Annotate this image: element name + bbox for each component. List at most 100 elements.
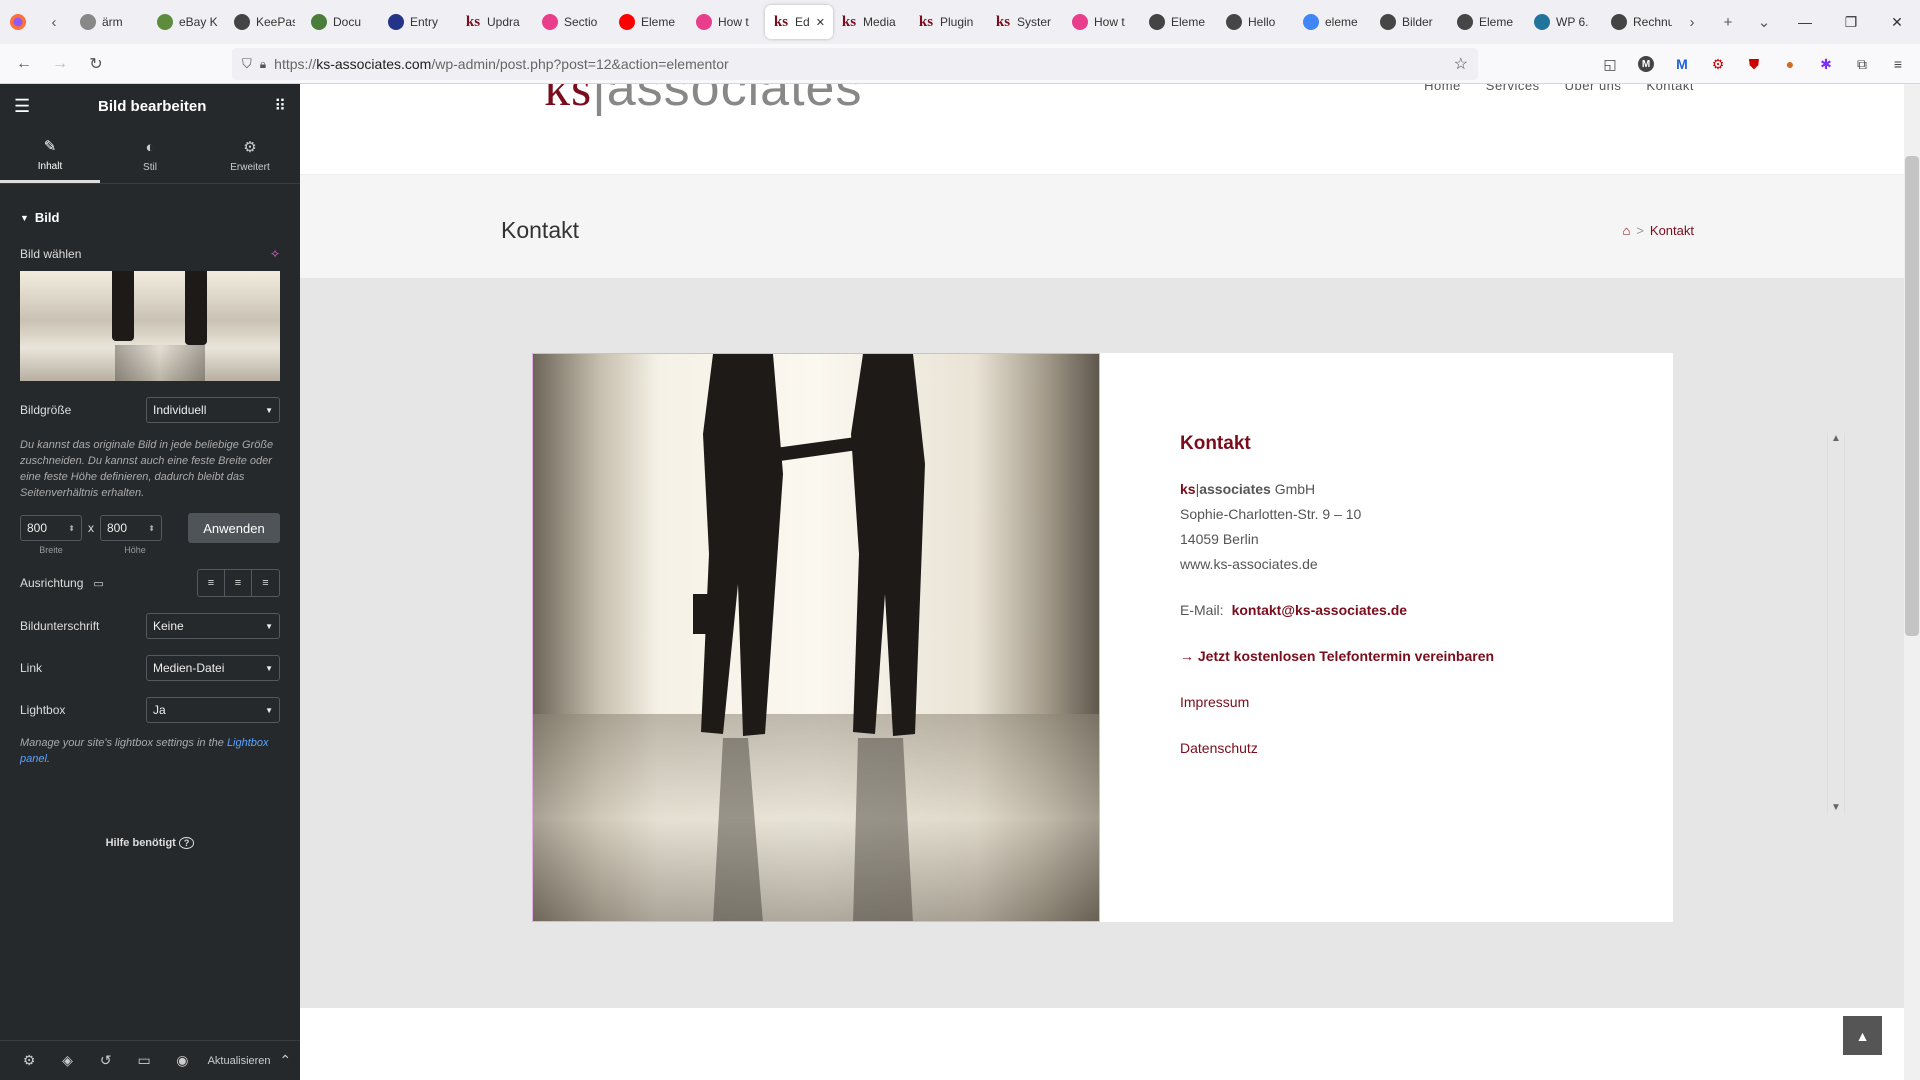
extension-purple-icon[interactable]: ✱ bbox=[1810, 48, 1842, 80]
responsive-icon[interactable]: ▭ bbox=[125, 1052, 163, 1069]
browser-tab[interactable]: ärm bbox=[72, 5, 149, 39]
browser-tab[interactable]: eBay K bbox=[149, 5, 226, 39]
menu-item-services[interactable]: Services bbox=[1486, 84, 1540, 93]
impressum-link[interactable]: Impressum bbox=[1180, 694, 1610, 710]
browser-tab[interactable]: ks Updra bbox=[457, 5, 534, 39]
widgets-grid-icon[interactable]: ⠿ bbox=[274, 96, 286, 116]
browser-tab[interactable]: ks Plugin bbox=[910, 5, 987, 39]
history-icon[interactable]: ↺ bbox=[87, 1052, 125, 1069]
stepper-icon[interactable]: ⬍ bbox=[68, 524, 75, 533]
bookmark-star-icon[interactable]: ☆ bbox=[1454, 54, 1468, 74]
account-icon[interactable]: M bbox=[1630, 48, 1662, 80]
browser-tab[interactable]: Rechnung bbox=[1603, 5, 1674, 39]
extensions-icon[interactable]: ⧉ bbox=[1846, 48, 1878, 80]
pocket-icon[interactable]: ◱ bbox=[1594, 48, 1626, 80]
elementor-icon bbox=[1072, 14, 1088, 30]
ublock-icon[interactable]: ⛊ bbox=[1738, 48, 1770, 80]
browser-tab[interactable]: ks Syster bbox=[987, 5, 1064, 39]
browser-tab[interactable]: eleme bbox=[1295, 5, 1372, 39]
width-input[interactable]: 800 ⬍ bbox=[20, 515, 82, 541]
browser-tab[interactable]: How t bbox=[688, 5, 765, 39]
content-band: Kontakt ks|associates GmbH Sophie-Charlo… bbox=[300, 278, 1904, 1008]
shield-icon[interactable]: ⛉ bbox=[242, 56, 252, 72]
height-input[interactable]: 800 ⬍ bbox=[100, 515, 162, 541]
new-tab-icon[interactable]: + bbox=[1710, 0, 1746, 44]
dropdown-caret-icon: ▼ bbox=[265, 405, 273, 415]
settings-icon[interactable]: ⚙ bbox=[10, 1052, 48, 1069]
close-tab-icon[interactable]: ✕ bbox=[816, 16, 825, 29]
ai-sparkle-icon[interactable]: ✧ bbox=[270, 247, 280, 261]
menu-item-home[interactable]: Home bbox=[1424, 84, 1461, 93]
menu-icon[interactable]: ≡ bbox=[1882, 48, 1914, 80]
link-select[interactable]: Medien-Datei ▼ bbox=[146, 655, 280, 681]
forward-icon[interactable]: → bbox=[42, 46, 78, 82]
image-preview[interactable] bbox=[20, 271, 280, 381]
align-center-icon[interactable]: ≡ bbox=[225, 570, 252, 596]
scroll-down-icon[interactable]: ▼ bbox=[1831, 802, 1841, 813]
browser-tab[interactable]: Eleme bbox=[611, 5, 688, 39]
phone-appointment-link[interactable]: → Jetzt kostenlosen Telefontermin verein… bbox=[1180, 648, 1610, 664]
need-help-link[interactable]: Hilfe benötigt ? bbox=[20, 837, 280, 849]
datenschutz-link[interactable]: Datenschutz bbox=[1180, 740, 1610, 756]
browser-tab[interactable]: Docu bbox=[303, 5, 380, 39]
lastpass-icon[interactable]: ⚙ bbox=[1702, 48, 1734, 80]
home-icon[interactable]: ⌂ bbox=[1622, 223, 1630, 238]
browser-tab[interactable]: WP 6. bbox=[1526, 5, 1603, 39]
url-text[interactable]: https://ks-associates.com/wp-admin/post.… bbox=[274, 56, 729, 72]
lock-icon[interactable]: 🔒︎ bbox=[260, 57, 266, 72]
tab-content[interactable]: ✎ Inhalt bbox=[0, 128, 100, 183]
update-button[interactable]: Aktualisieren bbox=[208, 1055, 271, 1067]
minimize-icon[interactable]: — bbox=[1782, 0, 1828, 44]
contact-image[interactable] bbox=[532, 353, 1100, 922]
browser-tab[interactable]: Sectio bbox=[534, 5, 611, 39]
browser-tab[interactable]: Entry bbox=[380, 5, 457, 39]
menu-item-about[interactable]: Über uns bbox=[1565, 84, 1622, 93]
dimension-separator: x bbox=[88, 521, 94, 535]
align-left-icon[interactable]: ≡ bbox=[198, 570, 225, 596]
lightbox-select[interactable]: Ja ▼ bbox=[146, 697, 280, 723]
restore-icon[interactable]: ❐ bbox=[1828, 0, 1874, 44]
preview-eye-icon[interactable]: ◉ bbox=[163, 1052, 201, 1069]
browser-tab[interactable]: ks Edi ✕ bbox=[765, 5, 833, 39]
browser-tab[interactable]: KeePassXC bbox=[226, 5, 303, 39]
website-link[interactable]: www.ks-associates.de bbox=[1180, 552, 1610, 577]
contact-scrollbar[interactable]: ▲ ▼ bbox=[1827, 433, 1845, 813]
browser-tab[interactable]: Hello bbox=[1218, 5, 1295, 39]
tab-advanced[interactable]: ⚙ Erweitert bbox=[200, 128, 300, 183]
firefox-icon[interactable] bbox=[0, 0, 36, 44]
section-toggle-bild[interactable]: ▼ Bild bbox=[20, 210, 280, 225]
layers-icon[interactable]: ◈ bbox=[48, 1052, 86, 1069]
browser-tab[interactable]: ks Media bbox=[833, 5, 910, 39]
close-window-icon[interactable]: ✕ bbox=[1874, 0, 1920, 44]
browser-tab[interactable]: How t bbox=[1064, 5, 1141, 39]
list-tabs-icon[interactable]: ⌄ bbox=[1746, 0, 1782, 44]
update-options-chevron-icon[interactable]: ⌃ bbox=[271, 1052, 300, 1069]
stepper-icon[interactable]: ⬍ bbox=[148, 524, 155, 533]
tab-label: Media bbox=[863, 15, 896, 29]
scroll-up-icon[interactable]: ▲ bbox=[1831, 433, 1841, 444]
tab-style[interactable]: ◐ Stil bbox=[100, 128, 200, 183]
site-logo[interactable]: ks|associates bbox=[544, 84, 862, 118]
reload-icon[interactable]: ↻ bbox=[78, 46, 114, 82]
url-bar[interactable]: ⛉ 🔒︎ https://ks-associates.com/wp-admin/… bbox=[232, 48, 1478, 80]
page-scrollbar-thumb[interactable] bbox=[1905, 156, 1919, 636]
hamburger-menu-icon[interactable]: ☰ bbox=[14, 96, 30, 117]
malwarebytes-icon[interactable]: M bbox=[1666, 48, 1698, 80]
back-icon[interactable]: ← bbox=[6, 46, 42, 82]
caret-down-icon: ▼ bbox=[20, 212, 29, 223]
align-right-icon[interactable]: ≡ bbox=[252, 570, 279, 596]
scroll-to-top-button[interactable]: ▲ bbox=[1843, 1016, 1882, 1055]
caption-select[interactable]: Keine ▼ bbox=[146, 613, 280, 639]
desktop-icon[interactable]: ▭ bbox=[93, 577, 103, 590]
browser-tab[interactable]: Eleme bbox=[1141, 5, 1218, 39]
image-size-select[interactable]: Individuell ▼ bbox=[146, 397, 280, 423]
apply-button[interactable]: Anwenden bbox=[188, 513, 280, 543]
menu-item-contact[interactable]: Kontakt bbox=[1646, 84, 1694, 93]
browser-tab[interactable]: Eleme bbox=[1449, 5, 1526, 39]
browser-tab[interactable]: Bilder bbox=[1372, 5, 1449, 39]
tab-label: Edi bbox=[795, 15, 810, 29]
cookie-icon[interactable]: ● bbox=[1774, 48, 1806, 80]
email-link[interactable]: kontakt@ks-associates.de bbox=[1232, 602, 1408, 618]
tab-scroll-left-icon[interactable]: ‹ bbox=[36, 0, 72, 44]
tab-scroll-right-icon[interactable]: › bbox=[1674, 0, 1710, 44]
